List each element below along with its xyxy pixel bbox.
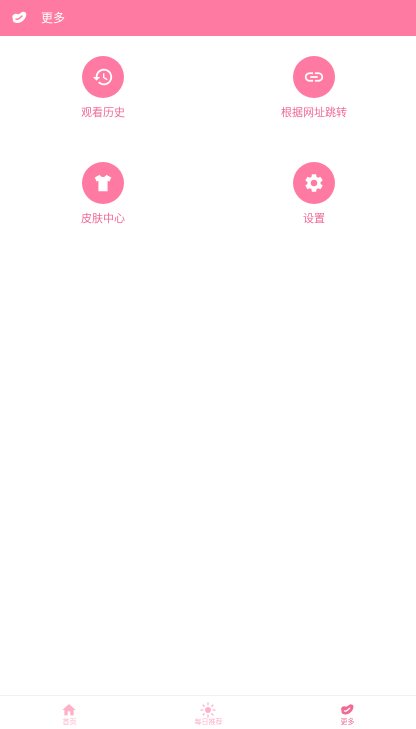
home-icon	[62, 704, 76, 716]
bean-icon	[341, 704, 354, 715]
settings-label: 设置	[303, 212, 325, 225]
link-icon	[304, 72, 324, 82]
nav-tab-daily-label: 每日推荐	[194, 718, 223, 726]
history-icon-circle	[82, 56, 124, 98]
bean-logo-icon	[12, 11, 27, 23]
nav-tab-more-label: 更多	[340, 718, 355, 726]
tshirt-icon-circle	[82, 162, 124, 204]
sun-icon	[200, 702, 216, 718]
link-icon-circle	[293, 56, 335, 98]
page-title: 更多	[41, 11, 66, 25]
watch-history-button[interactable]: 观看历史	[33, 56, 173, 136]
app-root: 更多 观看历史 根据网址跳转 皮肤中心 设置 首页 每日推荐 更多	[0, 0, 416, 729]
nav-tab-more[interactable]: 更多	[278, 696, 416, 729]
watch-history-label: 观看历史	[81, 106, 125, 119]
bottom-nav: 首页 每日推荐 更多	[0, 695, 416, 729]
nav-tab-daily[interactable]: 每日推荐	[139, 696, 278, 729]
gear-icon-circle	[293, 162, 335, 204]
app-header: 更多	[0, 0, 416, 36]
nav-tab-home-label: 首页	[62, 718, 77, 726]
jump-by-url-button[interactable]: 根据网址跳转	[244, 56, 384, 136]
skin-center-button[interactable]: 皮肤中心	[33, 162, 173, 242]
settings-button[interactable]: 设置	[244, 162, 384, 242]
nav-tab-home[interactable]: 首页	[0, 696, 139, 729]
skin-center-label: 皮肤中心	[81, 212, 125, 225]
history-icon	[92, 68, 113, 86]
jump-by-url-label: 根据网址跳转	[281, 106, 347, 119]
gear-icon	[305, 174, 323, 192]
tshirt-icon	[94, 174, 112, 192]
